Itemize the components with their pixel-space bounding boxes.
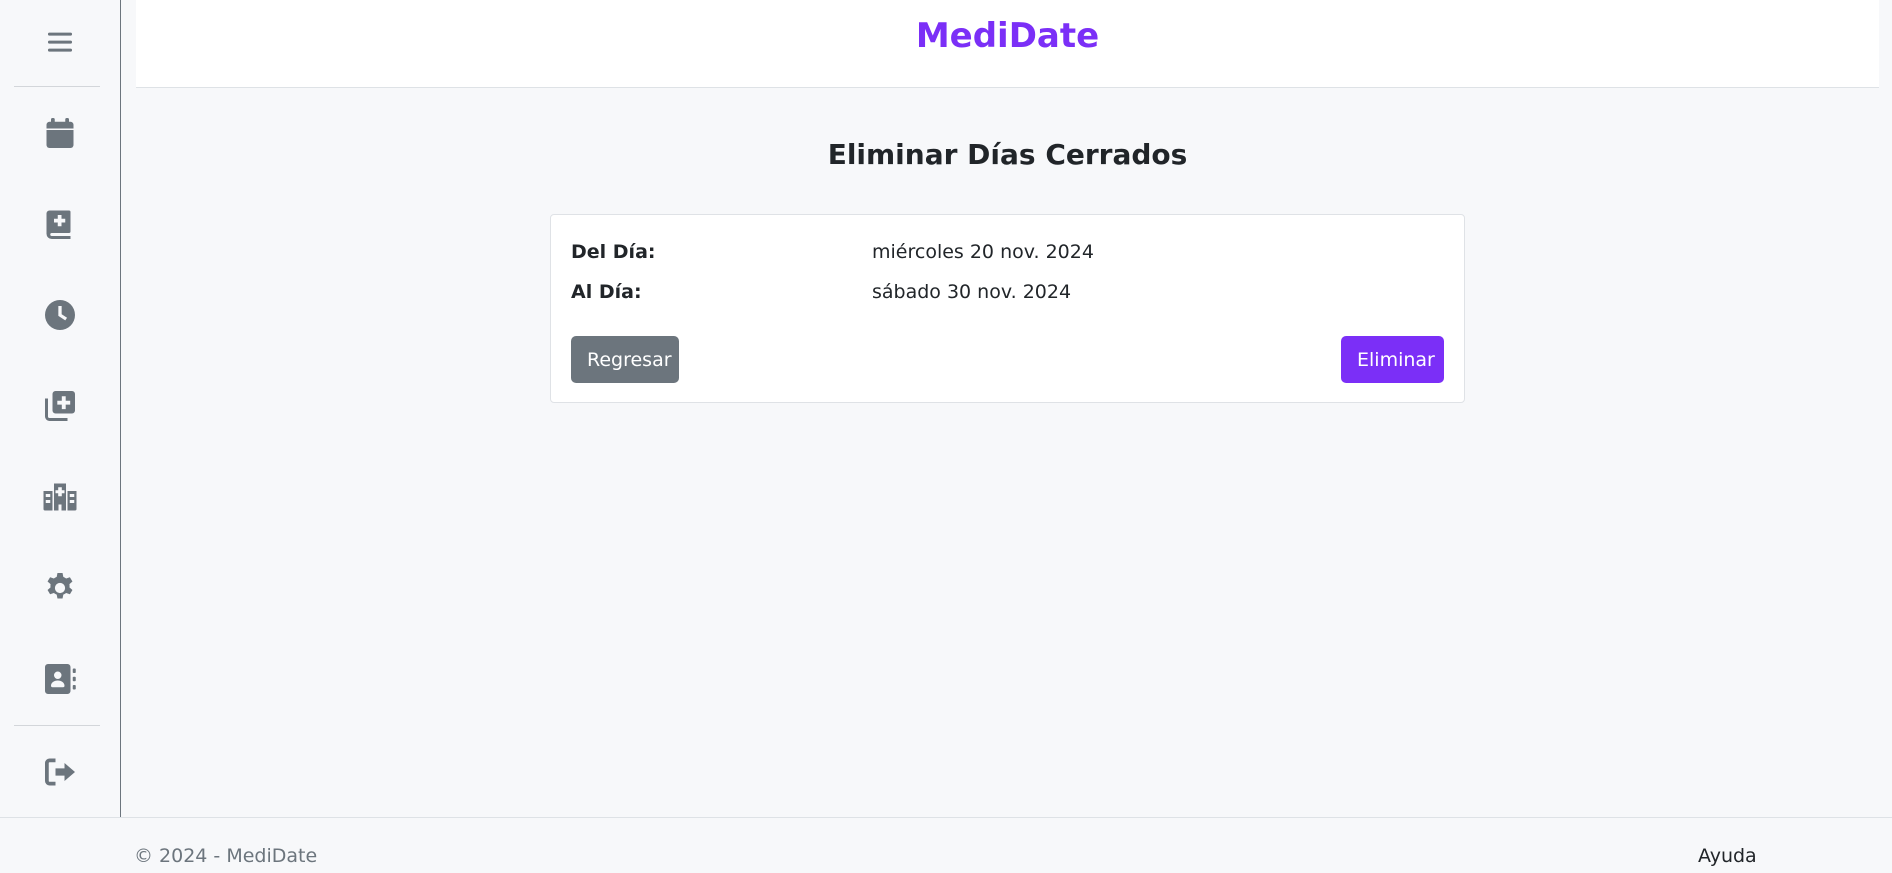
delete-button[interactable]: Eliminar (1341, 336, 1444, 383)
sidebar-item-calendar[interactable] (0, 103, 120, 163)
contact-book-icon (45, 664, 76, 694)
closed-days-card: Del Día: miércoles 20 nov. 2024 Al Día: … (550, 214, 1465, 403)
sidebar-item-add-copy[interactable] (0, 376, 120, 436)
sidebar-item-medical-book[interactable] (0, 194, 120, 254)
sidebar-menu-toggle[interactable] (0, 12, 120, 72)
sidebar (0, 0, 121, 817)
sidebar-item-settings[interactable] (0, 558, 120, 618)
calendar-icon (46, 118, 74, 148)
add-copy-icon (45, 391, 75, 421)
clock-icon (45, 300, 75, 330)
sidebar-item-hospital[interactable] (0, 467, 120, 527)
medical-book-icon (46, 210, 71, 239)
sign-out-icon (45, 758, 75, 786)
hamburger-icon (48, 32, 72, 52)
brand-title[interactable]: MediDate (136, 16, 1879, 56)
page-title: Eliminar Días Cerrados (827, 138, 1188, 171)
sidebar-item-schedule[interactable] (0, 285, 120, 345)
from-day-label: Del Día: (571, 241, 656, 263)
from-day-value: miércoles 20 nov. 2024 (872, 241, 1094, 263)
top-header: MediDate (136, 0, 1879, 88)
sidebar-item-logout[interactable] (0, 742, 120, 802)
sidebar-divider (14, 725, 100, 726)
footer: © 2024 - MediDate Ayuda (0, 817, 1892, 873)
hospital-icon (43, 483, 77, 511)
sidebar-divider (14, 86, 100, 87)
to-day-label: Al Día: (571, 281, 642, 303)
sidebar-item-contacts[interactable] (0, 649, 120, 709)
help-link[interactable]: Ayuda (1698, 845, 1757, 867)
back-button[interactable]: Regresar (571, 336, 679, 383)
copyright-text: © 2024 - MediDate (134, 845, 318, 867)
to-day-value: sábado 30 nov. 2024 (872, 281, 1072, 303)
gear-icon (47, 573, 73, 599)
